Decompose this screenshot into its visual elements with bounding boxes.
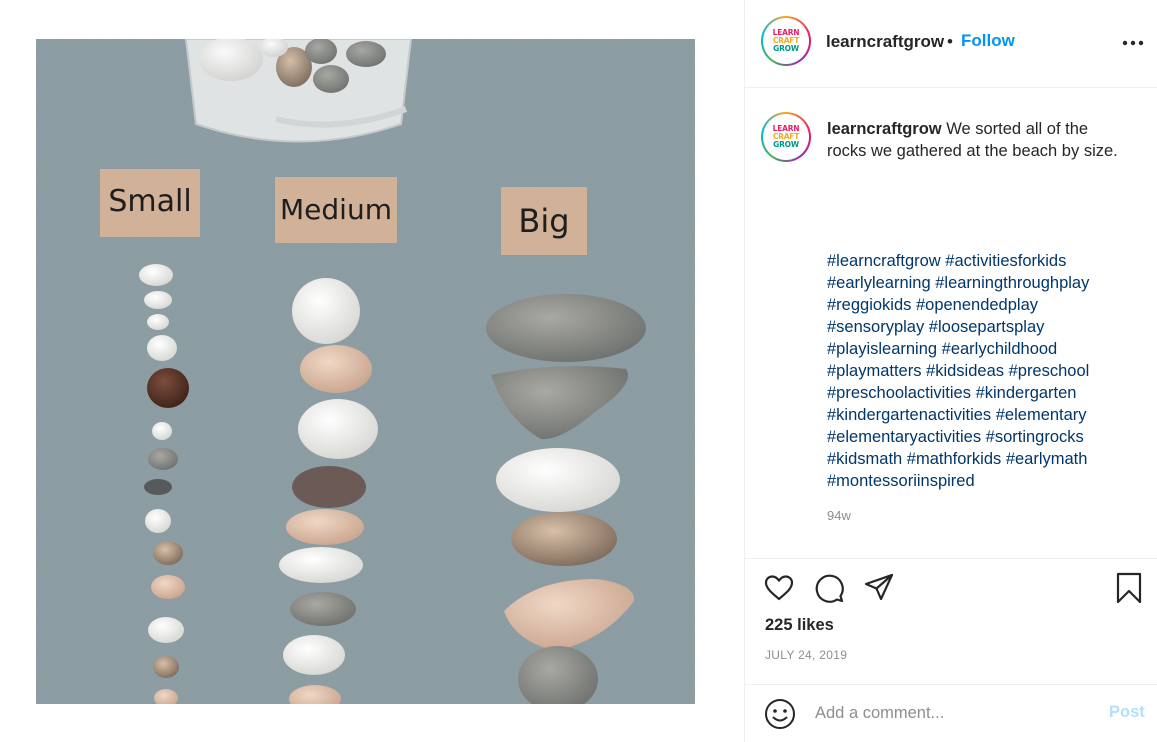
header-separator: •	[947, 32, 953, 51]
rocks-sorting-photo: Small Medium Big	[36, 39, 695, 704]
likes-count[interactable]: 225 likes	[765, 616, 834, 635]
more-options-icon[interactable]	[1121, 38, 1145, 48]
bucket	[184, 39, 413, 143]
action-bar-divider	[745, 558, 1157, 559]
avatar-logo-line-3: GROW	[773, 44, 799, 53]
hashtag-list: #learncraftgrow #activitiesforkids #earl…	[827, 250, 1137, 492]
heart-icon[interactable]	[763, 572, 795, 604]
label-big: Big	[501, 187, 587, 255]
hashtag-line[interactable]: #reggiokids #openendedplay	[827, 294, 1137, 316]
hashtag-line[interactable]: #learncraftgrow #activitiesforkids	[827, 250, 1137, 272]
hashtag-line[interactable]: #kidsmath #mathforkids #earlymath	[827, 448, 1137, 470]
hashtag-line[interactable]: #playislearning #earlychildhood	[827, 338, 1137, 360]
avatar[interactable]: LEARN CRAFT GROW	[761, 16, 811, 66]
caption-username[interactable]: learncraftgrow	[827, 120, 942, 138]
comment-input[interactable]	[815, 701, 1085, 725]
hashtag-line[interactable]: #preschoolactivities #kindergarten	[827, 382, 1137, 404]
post-header: LEARN CRAFT GROW learncraftgrow • Follow	[745, 0, 1157, 88]
label-big-text: Big	[518, 202, 569, 240]
caption-avatar[interactable]: LEARN CRAFT GROW	[761, 112, 811, 162]
label-medium: Medium	[275, 177, 397, 243]
follow-button[interactable]: Follow	[961, 31, 1015, 51]
post-photo[interactable]: Small Medium Big	[36, 39, 695, 704]
caption-avatar-line-3: GROW	[773, 140, 799, 149]
post-comment-button[interactable]: Post	[1109, 703, 1145, 722]
label-medium-text: Medium	[280, 193, 392, 226]
share-icon[interactable]	[863, 572, 895, 604]
label-small-text: Small	[108, 184, 191, 219]
hashtag-line[interactable]: #playmatters #kidsideas #preschool	[827, 360, 1137, 382]
comment-bar: Post	[745, 684, 1157, 742]
avatar-logo: LEARN CRAFT GROW	[763, 18, 809, 64]
comment-icon[interactable]	[813, 572, 845, 604]
emoji-icon[interactable]	[763, 697, 797, 731]
label-small: Small	[100, 169, 200, 237]
hashtag-line[interactable]: #earlylearning #learningthroughplay	[827, 272, 1137, 294]
hashtag-line[interactable]: #elementaryactivities #sortingrocks	[827, 426, 1137, 448]
caption-timestamp[interactable]: 94w	[827, 508, 851, 523]
header-username[interactable]: learncraftgrow	[826, 32, 944, 52]
caption: learncraftgrow We sorted all of the rock…	[827, 118, 1127, 162]
post-date[interactable]: JULY 24, 2019	[765, 648, 847, 662]
hashtag-line[interactable]: #sensoryplay #loosepartsplay	[827, 316, 1137, 338]
hashtag-line[interactable]: #montessoriinspired	[827, 470, 1137, 492]
post-details-panel: LEARN CRAFT GROW learncraftgrow • Follow…	[744, 0, 1157, 742]
hashtag-line[interactable]: #kindergartenactivities #elementary	[827, 404, 1137, 426]
caption-avatar-logo: LEARN CRAFT GROW	[763, 114, 809, 160]
media-area: Small Medium Big	[0, 0, 744, 742]
bookmark-icon[interactable]	[1113, 572, 1145, 604]
